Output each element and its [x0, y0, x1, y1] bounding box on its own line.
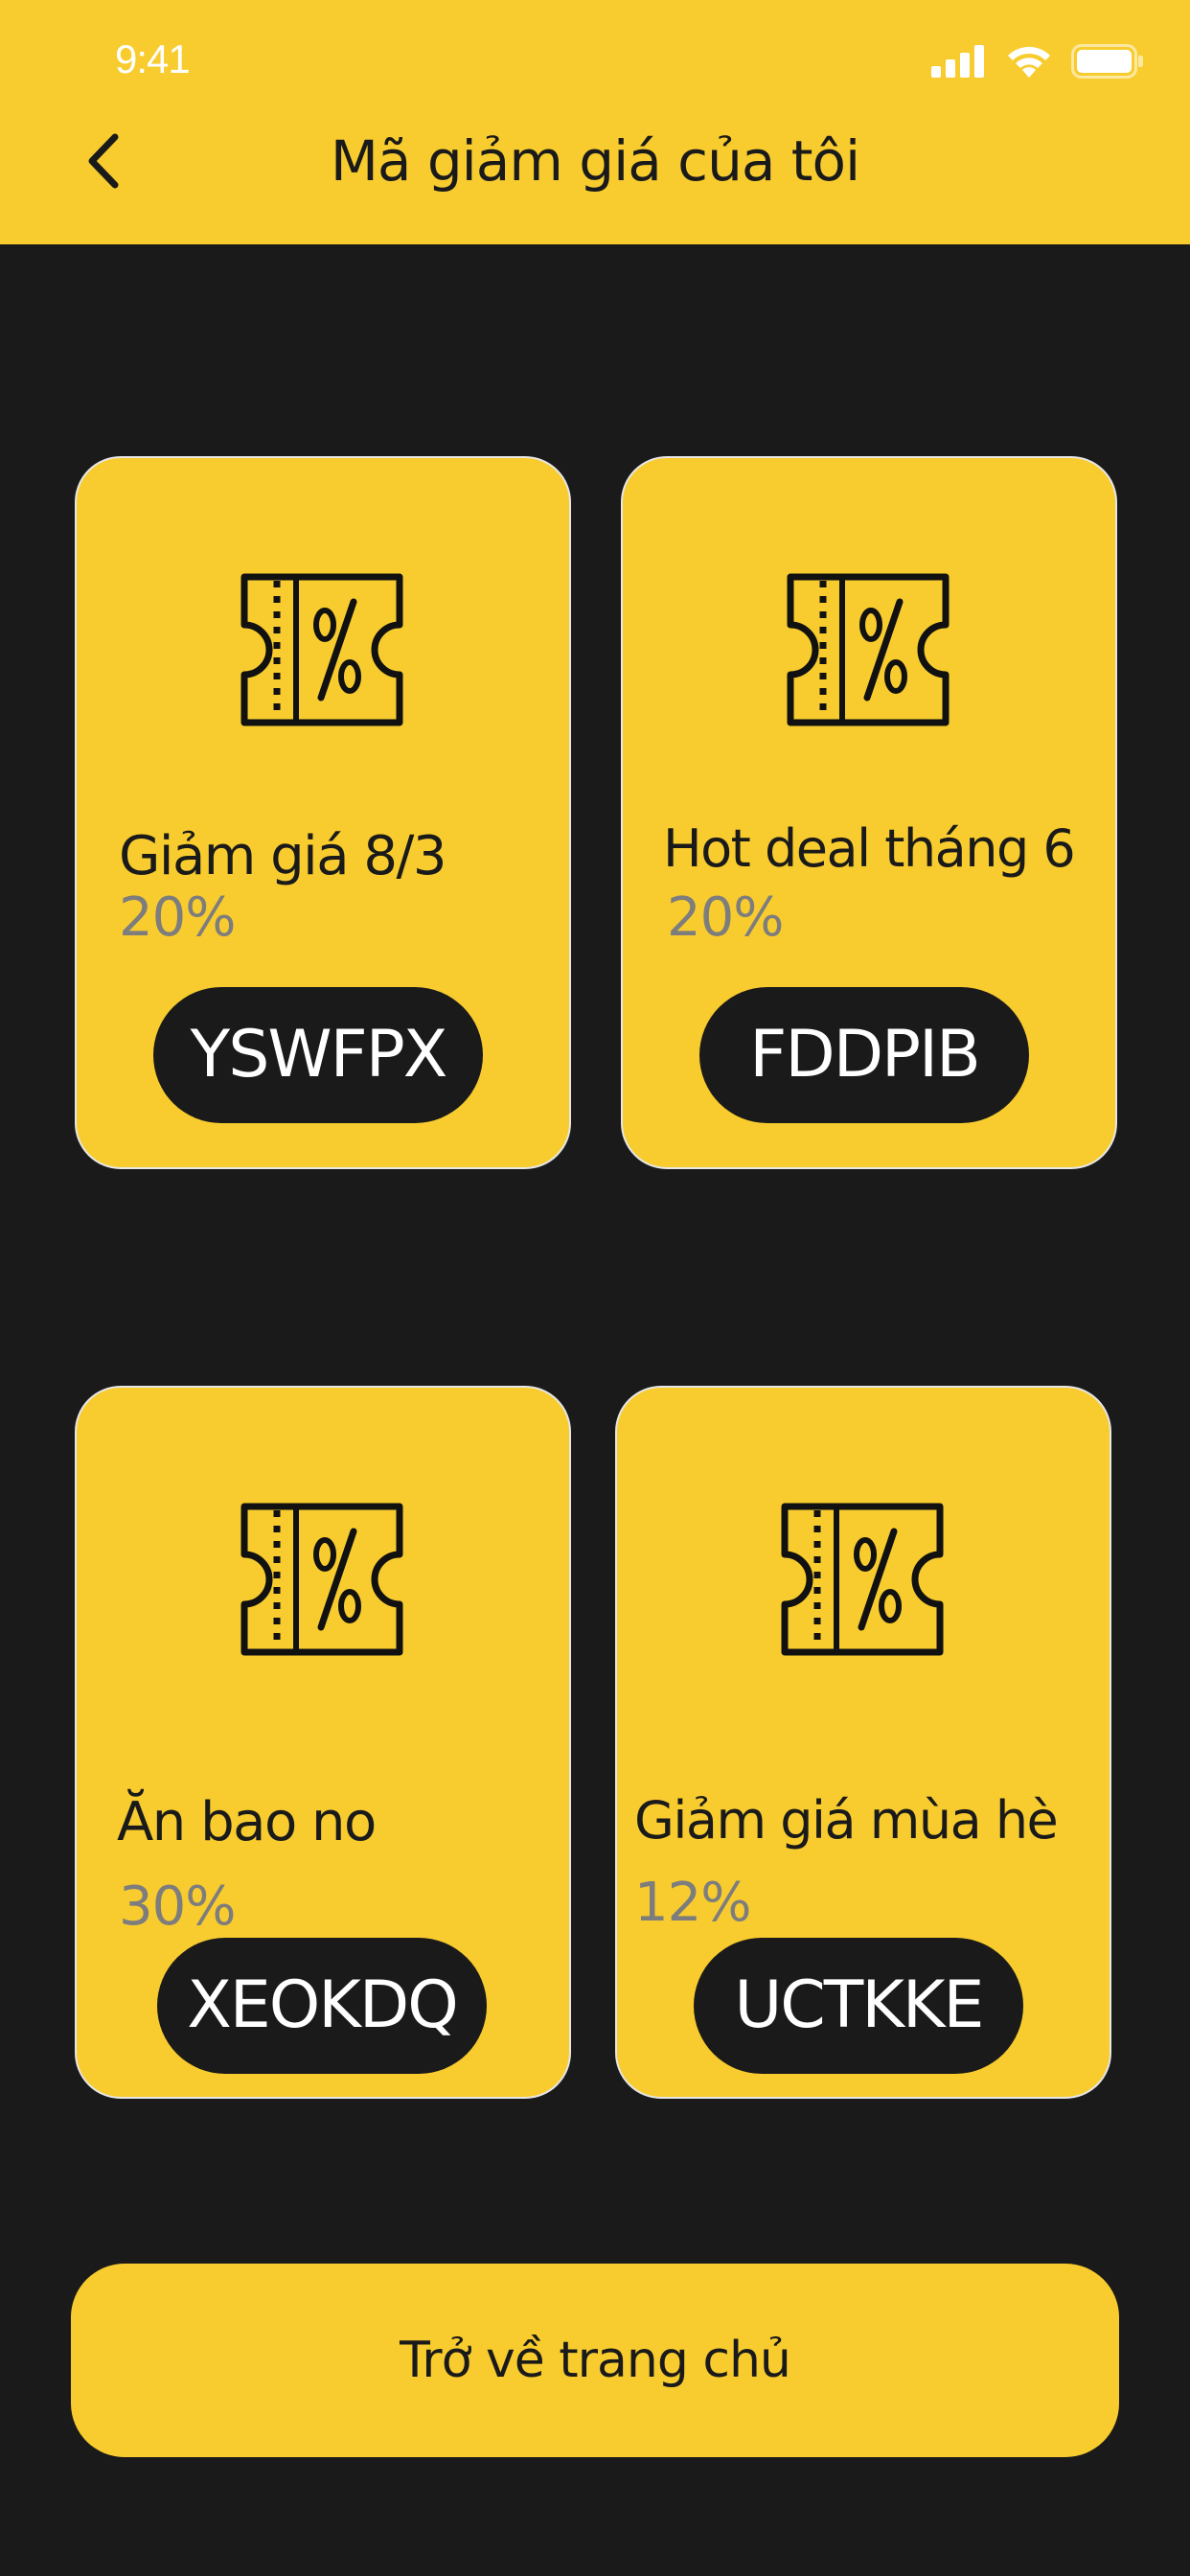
battery-icon [1071, 44, 1143, 79]
page-title: Mã giảm giá của tôi [330, 128, 860, 194]
ticket-percent-icon [787, 573, 950, 726]
coupon-name: Hot deal tháng 6 [663, 818, 1076, 879]
coupon-card[interactable]: Ăn bao no 30% XEOKDQ [75, 1386, 571, 2099]
ticket-percent-icon [240, 1503, 403, 1656]
coupon-name: Giảm giá 8/3 [119, 825, 446, 887]
coupon-card[interactable]: Giảm giá 8/3 20% YSWFPX [75, 456, 571, 1169]
ticket-percent-icon [240, 573, 403, 726]
app-header: 9:41 Mã giảm giá của tôi [0, 0, 1190, 244]
ticket-percent-icon [781, 1503, 944, 1656]
coupon-code-button[interactable]: XEOKDQ [157, 1938, 487, 2074]
coupon-percent: 30% [119, 1875, 236, 1938]
status-icons [931, 42, 1144, 80]
coupon-name: Giảm giá mùa hè [634, 1790, 1059, 1851]
coupon-card[interactable]: Giảm giá mùa hè 12% UCTKKE [615, 1386, 1111, 2099]
status-time: 9:41 [115, 36, 191, 81]
coupon-code-button[interactable]: YSWFPX [153, 987, 483, 1123]
coupon-code-button[interactable]: UCTKKE [694, 1938, 1023, 2074]
coupon-name: Ăn bao no [117, 1791, 377, 1853]
back-to-home-button[interactable]: Trở về trang chủ [71, 2264, 1119, 2457]
coupon-percent: 12% [634, 1872, 751, 1934]
coupon-card[interactable]: Hot deal tháng 6 20% FDDPIB [621, 456, 1117, 1169]
coupon-percent: 20% [119, 886, 236, 949]
coupon-percent: 20% [667, 886, 784, 949]
cellular-signal-icon [931, 45, 984, 78]
wifi-icon [1008, 46, 1050, 78]
coupon-code-button[interactable]: FDDPIB [699, 987, 1029, 1123]
